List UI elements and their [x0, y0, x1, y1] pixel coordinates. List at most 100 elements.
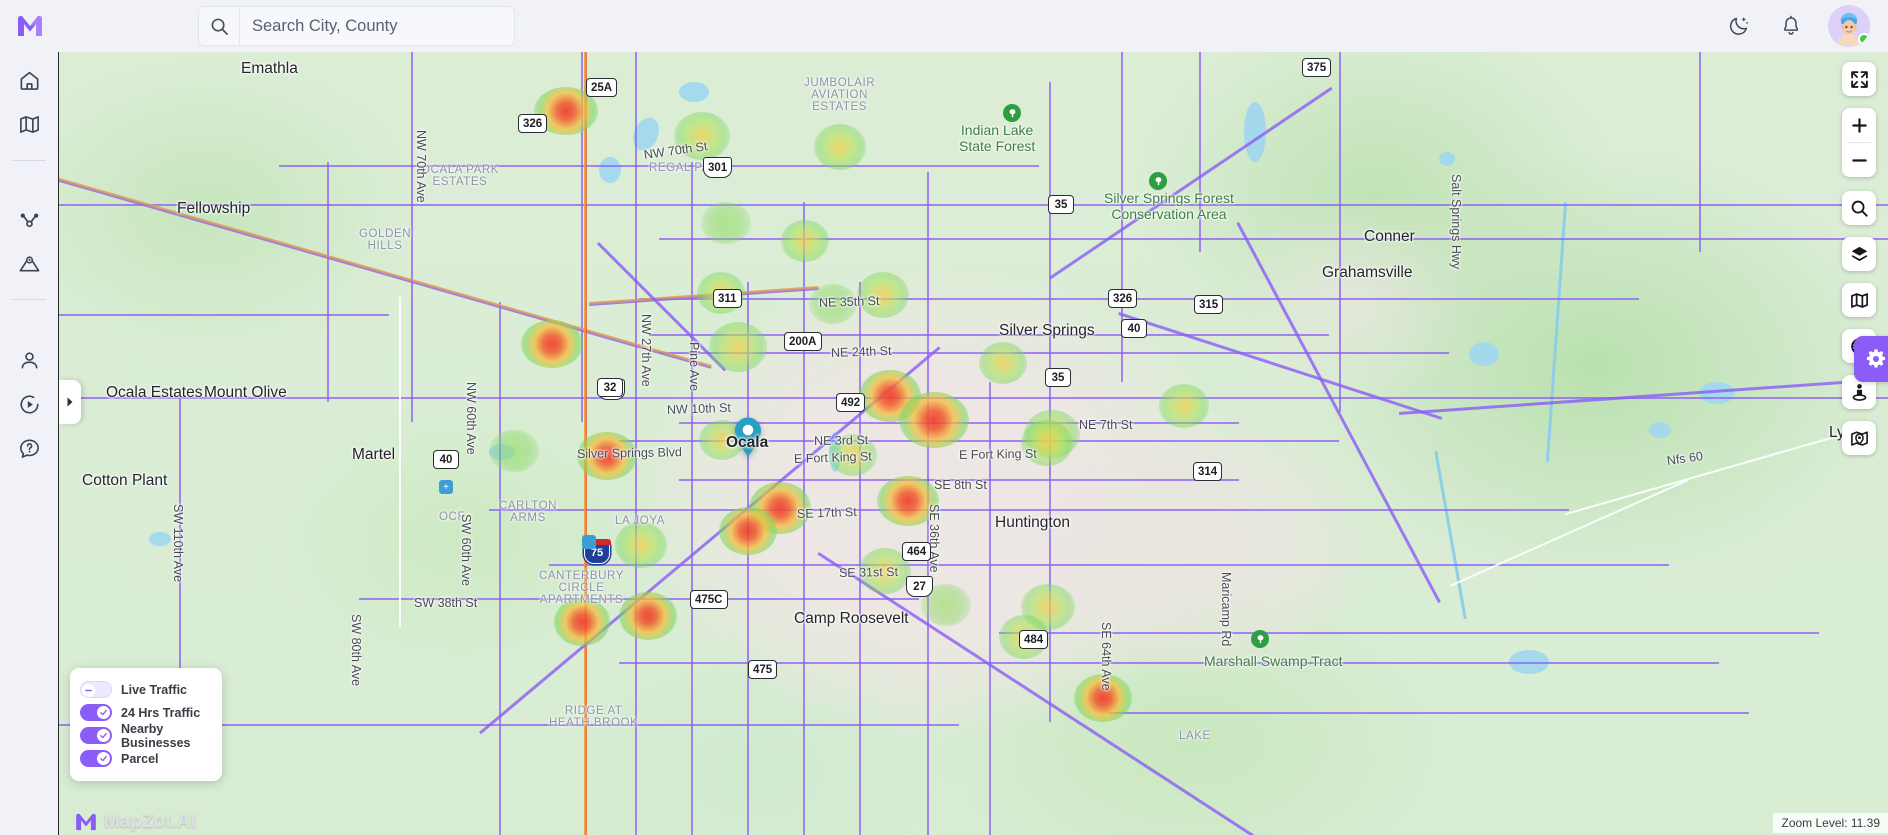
- legend-toggle-live-traffic[interactable]: Live Traffic: [80, 678, 212, 701]
- location-area-icon: [19, 255, 39, 272]
- dark-mode-toggle[interactable]: [1724, 11, 1754, 41]
- sidebar-item-help[interactable]: [9, 426, 49, 470]
- map-settings-tab[interactable]: [1854, 336, 1888, 382]
- map-legend-panel: Live Traffic 24 Hrs Traffic Nearby Busin…: [70, 668, 222, 781]
- plus-icon: [1851, 117, 1867, 133]
- expand-panel-tab[interactable]: [59, 380, 81, 424]
- route-shield-label: 32: [603, 381, 617, 394]
- road: [927, 172, 930, 835]
- road: [499, 302, 502, 835]
- network-share-icon: [20, 213, 38, 227]
- legend-toggle-nearby-businesses[interactable]: Nearby Businesses: [80, 721, 212, 750]
- water-body: [149, 532, 171, 546]
- toggle-switch[interactable]: [80, 750, 112, 767]
- layers-button[interactable]: [1842, 237, 1876, 271]
- check-icon: [100, 755, 107, 762]
- park-pin-icon: [1251, 630, 1269, 648]
- toggle-switch[interactable]: [80, 704, 112, 721]
- route-shield: 326: [1108, 289, 1138, 308]
- check-icon: [100, 709, 107, 716]
- route-shield: 492: [836, 393, 866, 412]
- water-body: [679, 82, 709, 102]
- minus-icon: [85, 689, 92, 692]
- zoom-controls: [1842, 108, 1876, 177]
- toggle-knob: [82, 684, 95, 697]
- water-body: [1469, 342, 1499, 366]
- route-shield-label: 326: [523, 117, 543, 130]
- home-icon: [20, 71, 38, 90]
- app-header: [0, 0, 1888, 52]
- road: [581, 52, 584, 422]
- route-shield: 464: [902, 542, 932, 561]
- toggle-knob: [97, 729, 110, 742]
- gear-icon: [1866, 349, 1886, 368]
- city-marker-ocala[interactable]: [733, 416, 763, 458]
- locate-area-button[interactable]: [1842, 421, 1876, 455]
- zoom-in-button[interactable]: [1842, 108, 1876, 142]
- fullscreen-button[interactable]: [1842, 62, 1876, 96]
- toggle-knob: [97, 706, 110, 719]
- sidebar-item-tutorial[interactable]: [9, 382, 49, 426]
- legend-toggle-parcel[interactable]: Parcel: [80, 747, 212, 770]
- check-icon: [100, 732, 107, 739]
- avatar[interactable]: [1828, 5, 1870, 47]
- route-shield: 326: [518, 114, 548, 133]
- route-shield-label: 301: [708, 161, 728, 174]
- road: [859, 282, 862, 835]
- map-icon: [19, 115, 39, 133]
- sidebar-item-network[interactable]: [9, 197, 49, 241]
- sidebar-item-area[interactable]: [9, 241, 49, 285]
- route-shield: 40: [433, 450, 459, 469]
- route-shield-label: 40: [1127, 322, 1141, 335]
- road: [803, 202, 806, 835]
- sidebar-item-profile[interactable]: [9, 338, 49, 382]
- person-icon: [21, 351, 37, 369]
- road: [59, 204, 1888, 207]
- route-shield: 35: [1048, 195, 1074, 214]
- mapzot-m-logo[interactable]: [0, 0, 60, 52]
- route-shield: 40: [1121, 319, 1147, 338]
- route-shield-label: 27: [913, 580, 926, 593]
- play-circle-icon: [19, 394, 39, 414]
- toggle-switch[interactable]: [80, 727, 112, 744]
- help-chat-icon: [19, 439, 39, 458]
- water-body: [599, 157, 621, 183]
- sidebar-item-home[interactable]: [9, 58, 49, 102]
- zoom-out-button[interactable]: [1842, 143, 1876, 177]
- map-canvas[interactable]: Emathla Fellowship Ocala Estates Mount Oliv…: [58, 52, 1888, 835]
- fullscreen-expand-icon: [1850, 70, 1868, 88]
- water-body: [1439, 152, 1455, 166]
- road: [327, 162, 330, 402]
- search-button[interactable]: [198, 6, 240, 46]
- road: [659, 238, 1888, 241]
- basemap-button[interactable]: [1842, 283, 1876, 317]
- road: [1109, 712, 1749, 715]
- chevron-right-icon: [67, 397, 73, 407]
- road: [635, 52, 638, 835]
- moon-star-icon: [1729, 17, 1749, 35]
- sidebar-item-map[interactable]: [9, 102, 49, 146]
- status-badge: [1858, 33, 1870, 45]
- route-shield: 32: [597, 378, 623, 397]
- location-pin-icon: [735, 417, 761, 457]
- water-body: [1649, 422, 1671, 438]
- map-icon: [1850, 292, 1868, 308]
- zoom-level-badge: Zoom Level: 11.39: [1773, 813, 1888, 833]
- toggle-switch[interactable]: [80, 681, 112, 698]
- legend-label: Nearby Businesses: [121, 721, 191, 750]
- route-shield-label: 200A: [789, 335, 817, 348]
- legend-label: Live Traffic: [121, 682, 187, 697]
- road: [489, 509, 1569, 512]
- search-input[interactable]: [240, 6, 515, 46]
- map-urban-area-north: [1189, 172, 1519, 432]
- road: [691, 162, 694, 835]
- layers-icon: [1851, 246, 1867, 261]
- route-shield: 475C: [690, 590, 728, 609]
- route-shield-label: 326: [1113, 292, 1133, 305]
- road: [619, 662, 1719, 665]
- notifications-button[interactable]: [1776, 11, 1806, 41]
- road: [619, 440, 1339, 443]
- route-shield: 375: [1302, 58, 1332, 77]
- map-search-button[interactable]: [1842, 191, 1876, 225]
- left-sidebar: [0, 52, 58, 835]
